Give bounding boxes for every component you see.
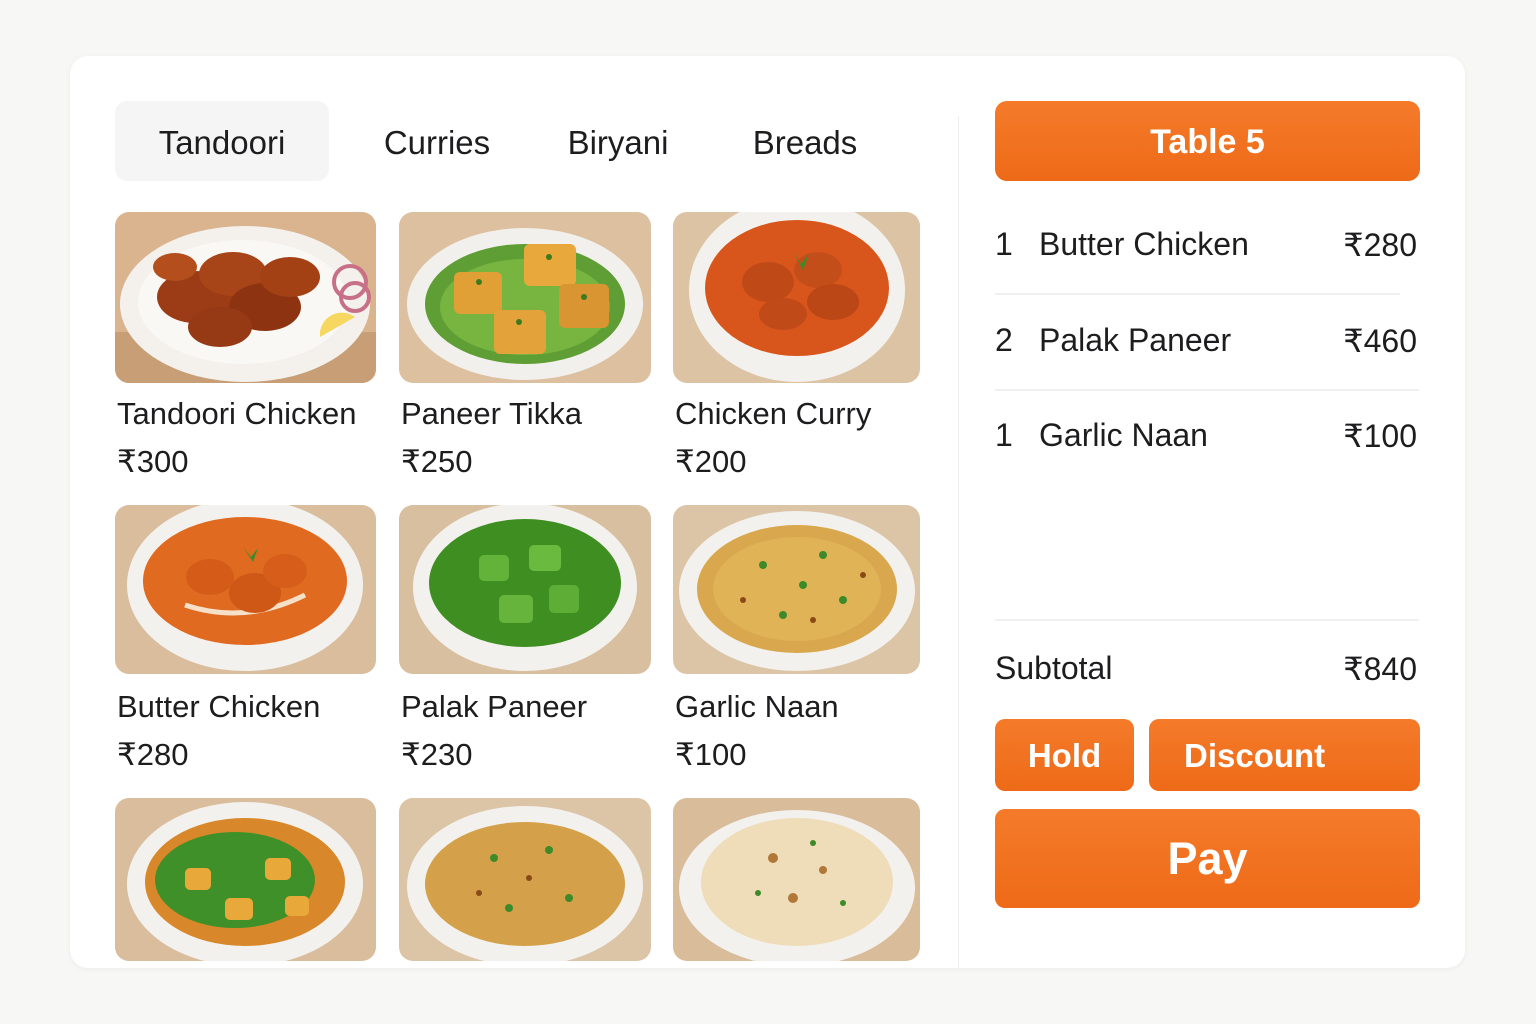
tandoori-chicken-image: [115, 212, 376, 383]
order-line-name: Palak Paneer: [1039, 322, 1232, 358]
chicken-curry-image: [673, 212, 920, 383]
butter-chicken-image: [115, 505, 376, 674]
subtotal-separator: [995, 619, 1419, 621]
order-line-separator: [995, 293, 1400, 295]
order-line-amount: ₹460: [1343, 323, 1417, 359]
tab-biryani[interactable]: Biryani: [545, 101, 691, 181]
biryani-rice-image: [399, 798, 651, 961]
tab-curries[interactable]: Curries: [358, 101, 516, 181]
biryani-rice-image: [673, 505, 920, 674]
order-line-qty: 1: [995, 417, 1013, 453]
order-line[interactable]: 1 Garlic Naan ₹100: [995, 417, 1419, 477]
menu-item-price: ₹200: [675, 444, 747, 479]
saag-curry-image: [115, 798, 376, 961]
menu-item-name: Palak Paneer: [401, 689, 588, 724]
order-line-amount: ₹280: [1343, 227, 1417, 263]
menu-item-price: ₹250: [401, 444, 473, 479]
tab-breads[interactable]: Breads: [730, 101, 880, 181]
menu-item-price: ₹230: [401, 737, 473, 772]
tab-tandoori[interactable]: Tandoori: [115, 101, 329, 181]
order-line-qty: 2: [995, 322, 1013, 358]
order-line-name: Butter Chicken: [1039, 226, 1249, 262]
subtotal-value: ₹840: [1343, 651, 1417, 687]
order-line-name: Garlic Naan: [1039, 417, 1208, 453]
discount-button[interactable]: Discount: [1149, 719, 1420, 791]
menu-item-name: Garlic Naan: [675, 689, 839, 724]
menu-item-name: Chicken Curry: [675, 396, 872, 431]
pos-panel: Tandoori Curries Biryani Breads Tandoori…: [70, 56, 1465, 968]
order-line[interactable]: 1 Butter Chicken ₹280: [995, 226, 1419, 286]
order-line[interactable]: 2 Palak Paneer ₹460: [995, 322, 1419, 382]
menu-item-price: ₹280: [117, 737, 189, 772]
menu-item-name: Paneer Tikka: [401, 396, 582, 431]
panel-divider: [958, 116, 959, 968]
menu-item-name: Tandoori Chicken: [117, 396, 357, 431]
paneer-tikka-image: [399, 212, 651, 383]
menu-item-price: ₹300: [117, 444, 189, 479]
menu-item-price: ₹100: [675, 737, 747, 772]
pay-button[interactable]: Pay: [995, 809, 1420, 908]
subtotal-label: Subtotal: [995, 650, 1113, 686]
menu-item-name: Butter Chicken: [117, 689, 321, 724]
order-line-qty: 1: [995, 226, 1013, 262]
naan-image: [673, 798, 920, 961]
table-selector-button[interactable]: Table 5: [995, 101, 1420, 181]
order-line-separator: [995, 389, 1419, 391]
palak-paneer-image: [399, 505, 651, 674]
order-line-amount: ₹100: [1343, 418, 1417, 454]
hold-button[interactable]: Hold: [995, 719, 1134, 791]
